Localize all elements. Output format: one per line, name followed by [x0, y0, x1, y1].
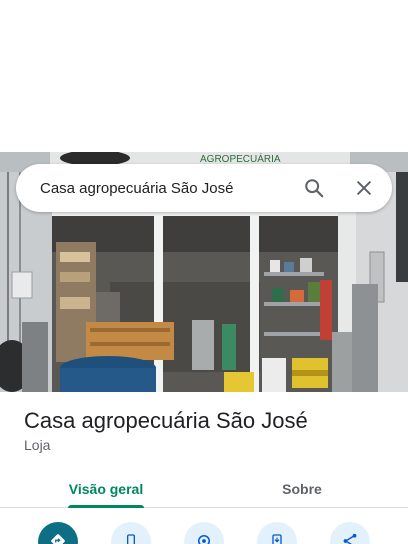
save-to-phone-icon — [272, 534, 282, 544]
nearby-button[interactable] — [184, 522, 224, 544]
place-category[interactable]: Loja — [24, 437, 50, 453]
search-icon[interactable] — [296, 170, 332, 206]
directions-icon — [51, 534, 65, 544]
call-button[interactable] — [111, 522, 151, 544]
close-icon-glyph — [357, 181, 371, 195]
search-input[interactable]: Casa agropecuária São José — [40, 180, 282, 197]
tab-about[interactable]: Sobre — [240, 470, 364, 508]
share-icon — [343, 533, 357, 544]
map-blank-area — [0, 0, 408, 152]
search-icon-glyph — [305, 179, 324, 198]
search-bar[interactable]: Casa agropecuária São José — [16, 164, 392, 212]
close-icon[interactable] — [346, 170, 382, 206]
tab-bar: Visão geral Sobre — [0, 470, 408, 508]
tab-overview[interactable]: Visão geral — [44, 470, 168, 508]
location-pin-icon — [198, 535, 210, 544]
directions-button[interactable] — [38, 522, 78, 544]
share-button[interactable] — [330, 522, 370, 544]
place-title: Casa agropecuária São José — [24, 408, 308, 433]
action-buttons-row — [0, 508, 408, 544]
phone-icon — [127, 534, 135, 544]
send-to-phone-button[interactable] — [257, 522, 297, 544]
